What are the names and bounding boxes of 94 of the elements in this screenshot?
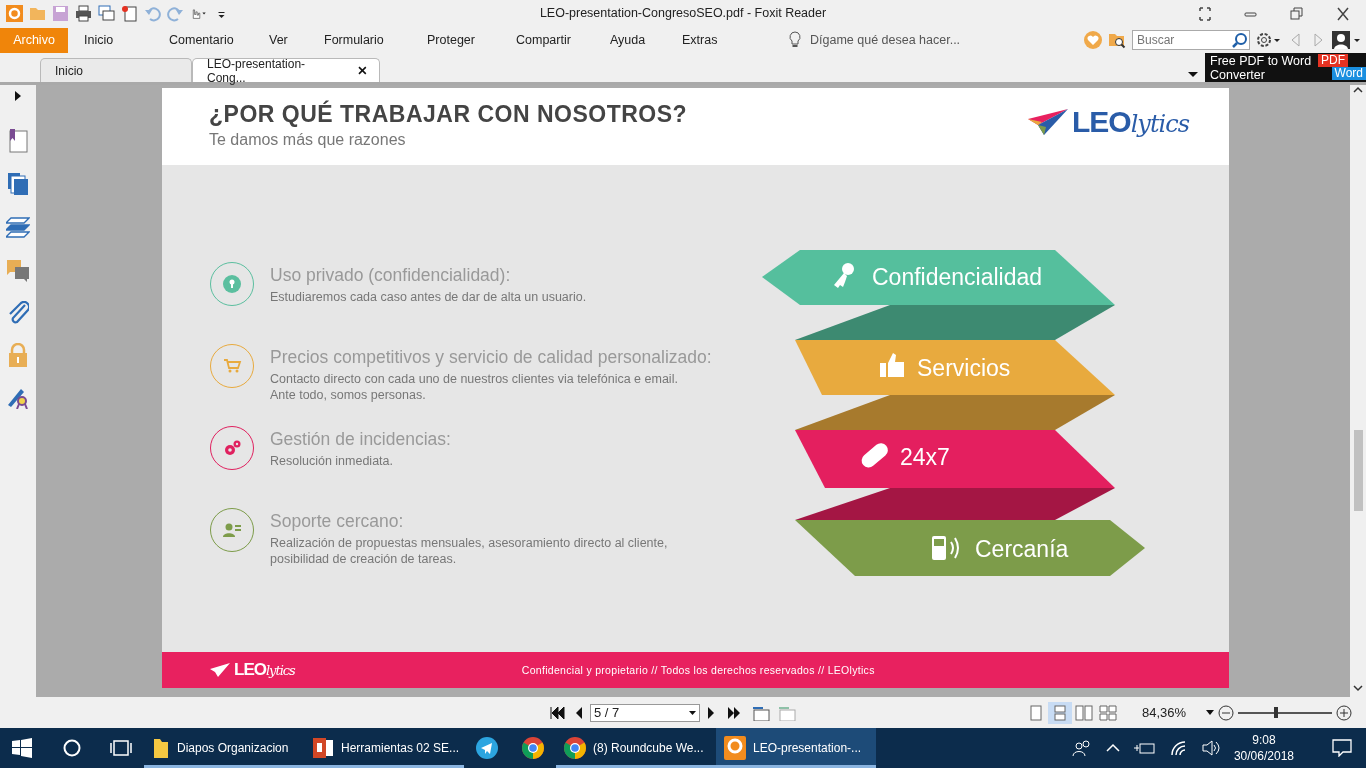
folder-search-icon[interactable]	[1108, 31, 1126, 49]
battery-icon[interactable]	[1133, 741, 1156, 755]
pages-icon[interactable]	[8, 173, 28, 195]
comments-icon[interactable]	[6, 259, 30, 283]
feature-description: Contacto directo con cada uno de nuestros clientes via telefónica e email. Ante todo, somos personas.	[270, 371, 679, 403]
format-badge: PDF	[1318, 54, 1348, 67]
ad-text: Free PDF to Word	[1210, 54, 1312, 68]
clock-time[interactable]: 9:08	[1252, 732, 1276, 748]
scan-icon[interactable]	[98, 5, 115, 22]
menu-tab[interactable]: Ayuda	[610, 27, 682, 53]
banner-label: 24x7	[900, 444, 950, 470]
menu-tab[interactable]: Formulario	[324, 27, 427, 53]
menu-tab[interactable]: Comentario	[169, 27, 269, 53]
thumbs-up-icon	[880, 353, 904, 377]
feature-description: Resolución inmediata.	[270, 453, 394, 469]
ad-text: Converter	[1210, 68, 1266, 82]
banner-label: Servicios	[917, 355, 1011, 381]
zoom-out-icon[interactable]	[1218, 704, 1234, 721]
taskbar-button[interactable]: (8) Roundcube We...	[556, 728, 716, 768]
show-hidden-icon[interactable]	[1105, 743, 1120, 753]
menu-tab[interactable]: Inicio	[84, 27, 169, 53]
menu-tab[interactable]: Ver	[269, 27, 324, 53]
converter-ad[interactable]: Free PDF to Word Converter PDF Word	[1205, 53, 1366, 82]
zoom-caret-icon[interactable]	[1206, 709, 1214, 716]
page-number-field[interactable]: 5 / 7	[590, 703, 700, 722]
page-layout-icon	[1051, 704, 1069, 721]
layers-icon[interactable]	[6, 217, 30, 239]
search-icon[interactable]	[1232, 32, 1248, 48]
paper-plane-icon	[1028, 107, 1068, 137]
print-icon[interactable]	[75, 5, 92, 22]
search-circle-icon[interactable]	[62, 738, 82, 758]
scroll-up-icon[interactable]	[1353, 85, 1363, 95]
footer-logo-text: LEOlytics	[234, 660, 295, 680]
dropdown-caret-icon[interactable]	[689, 710, 696, 715]
scrollbar-thumb[interactable]	[1353, 430, 1363, 511]
feature-title: Uso privado (confidencialidad):	[270, 265, 512, 286]
key-icon	[834, 263, 854, 288]
zoom-level-field[interactable]: 84,36%	[1142, 705, 1192, 720]
settings-icon[interactable]	[1256, 32, 1282, 48]
close-icon[interactable]	[358, 66, 367, 75]
feature-title: Soporte cercano:	[270, 511, 405, 532]
wifi-icon[interactable]	[1169, 740, 1188, 756]
banner-label: Confidencialidad	[872, 264, 1043, 290]
phone-icon	[932, 536, 959, 560]
first-page-icon[interactable]	[550, 705, 566, 720]
feature-description: Estudiaremos cada caso antes de dar de alta un usuario.	[270, 289, 587, 305]
notifications-icon[interactable]	[1332, 739, 1352, 757]
lightbulb-icon[interactable]	[788, 31, 802, 49]
folder-icon[interactable]	[152, 737, 170, 759]
view-mode-button[interactable]	[1048, 701, 1072, 724]
banner-label: Cercanía	[975, 536, 1069, 562]
feature-title: Gestión de incidencias:	[270, 429, 451, 450]
taskbar-button[interactable]: LEO-presentation-...	[716, 728, 876, 768]
expand-panel-icon[interactable]	[14, 91, 22, 101]
feature-description: Realización de propuestas mensuales, asesoramiento directo al cliente, posibilidad de creación de tareas.	[270, 535, 668, 567]
taskbar-button[interactable]: Diapos Organizacion	[144, 728, 304, 768]
menu-tab[interactable]: Compartir	[516, 27, 610, 53]
document-tab[interactable]: Inicio	[40, 58, 192, 82]
start-icon[interactable]	[12, 738, 32, 758]
paper-plane-app-icon[interactable]	[476, 737, 498, 759]
footer-text: Confidencial y propietario // Todos los derechos reservados // LEOlytics	[521, 664, 875, 676]
logo-text: LEOlytics	[1072, 105, 1189, 139]
browser-icon[interactable]	[522, 737, 544, 759]
slide-title: ¿POR QUÉ TRABAJAR CON NOSOTROS?	[209, 101, 688, 128]
search-field[interactable]: Buscar	[1132, 30, 1250, 50]
last-page-icon[interactable]	[726, 705, 742, 720]
previous-view-icon[interactable]	[752, 704, 770, 721]
menu-tab[interactable]: Proteger	[427, 27, 516, 53]
new-document-icon[interactable]	[121, 5, 138, 22]
presentation-app-icon[interactable]	[312, 738, 334, 758]
people-icon[interactable]	[1071, 739, 1092, 757]
menu-tab[interactable]: Extras	[682, 27, 752, 53]
task-view-icon[interactable]	[110, 739, 132, 757]
feature-title: Precios competitivos y servicio de calidad personalizado:	[270, 347, 712, 368]
volume-icon[interactable]	[1201, 740, 1220, 756]
next-page-icon[interactable]	[706, 705, 716, 720]
previous-page-icon[interactable]	[574, 705, 584, 720]
window-title: LEO-presentation-CongresoSEO.pdf - Foxit Reader	[539, 6, 827, 20]
slide-subtitle: Te damos más que razones	[209, 131, 407, 149]
tell-me-field[interactable]: Dígame qué desea hacer...	[810, 33, 961, 47]
paperclip-icon[interactable]	[7, 301, 29, 325]
page-layout-icon	[1027, 704, 1045, 721]
format-badge: Word	[1331, 67, 1366, 80]
pdf-reader-icon[interactable]	[724, 736, 746, 760]
taskbar-button[interactable]: Herramientas 02 SE...	[304, 728, 464, 768]
paper-plane-icon	[210, 663, 230, 677]
browser-icon[interactable]	[564, 737, 586, 759]
clock-date[interactable]: 30/06/2018	[1233, 748, 1294, 764]
page-layout-icon	[1099, 704, 1117, 721]
bookmark-page-icon[interactable]	[8, 129, 28, 153]
user-icon[interactable]	[1332, 30, 1360, 50]
page-layout-icon	[1075, 704, 1093, 721]
scroll-down-icon[interactable]	[1353, 683, 1363, 693]
zoom-in-icon[interactable]	[1336, 704, 1352, 721]
